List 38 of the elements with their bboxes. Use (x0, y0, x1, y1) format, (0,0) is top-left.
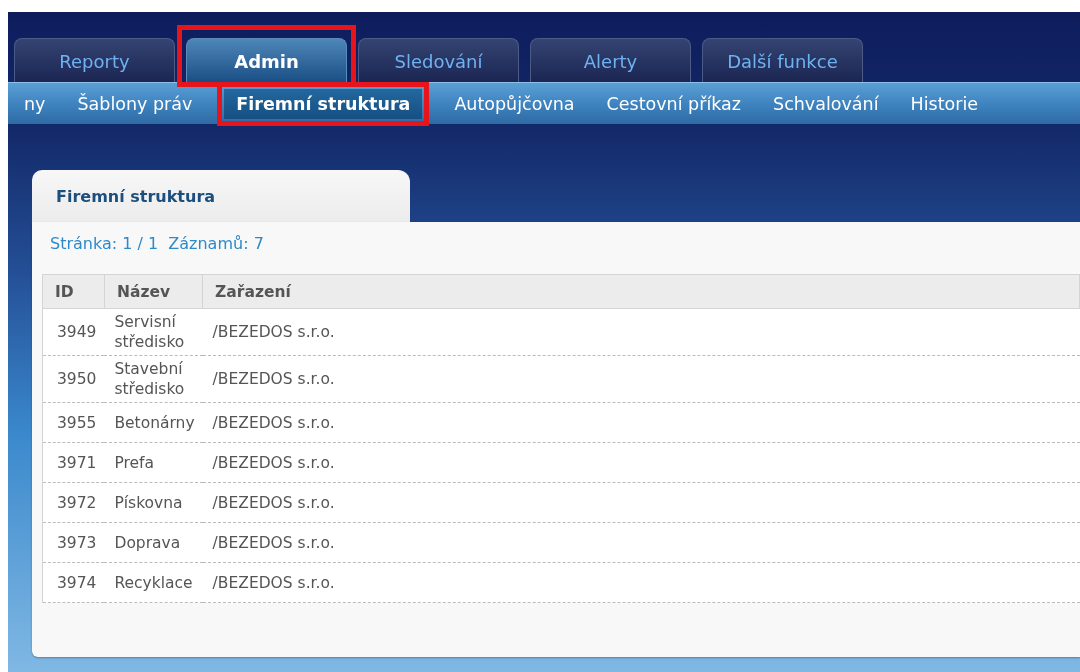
column-header[interactable]: Zařazení (202, 274, 1080, 309)
pager-text: Stránka: 1 / 1 Záznamů: 7 (49, 234, 265, 255)
table-cell: /BEZEDOS s.r.o. (202, 522, 1080, 563)
table-cell: Stavební středisko (104, 355, 203, 403)
table-cell: /BEZEDOS s.r.o. (202, 355, 1080, 403)
nav-tab[interactable]: Reporty (14, 38, 175, 82)
nav-tab[interactable]: Další funkce (702, 38, 863, 82)
table-cell: Recyklace (104, 562, 203, 603)
table-cell: 3950 (42, 355, 105, 403)
submenu-item[interactable]: Schvalování (757, 88, 895, 119)
submenu-item[interactable]: Autopůjčovna (438, 88, 591, 119)
nav-tab[interactable]: Admin (186, 38, 347, 82)
table-cell: Doprava (104, 522, 203, 563)
column-header[interactable]: Název (104, 274, 203, 309)
table-cell: /BEZEDOS s.r.o. (202, 308, 1080, 356)
table-cell: /BEZEDOS s.r.o. (202, 442, 1080, 483)
submenu-item[interactable]: Historie (894, 88, 995, 119)
table-cell: /BEZEDOS s.r.o. (202, 482, 1080, 523)
column-header[interactable]: ID (42, 274, 105, 309)
table-cell: 3972 (42, 482, 105, 523)
table-cell: 3971 (42, 442, 105, 483)
submenu-item[interactable]: Firemní struktura (224, 88, 423, 119)
panel-tab[interactable]: Firemní struktura (32, 170, 410, 222)
submenu-item[interactable]: Šablony práv (61, 88, 209, 119)
table-cell: /BEZEDOS s.r.o. (202, 402, 1080, 443)
table-cell: Betonárny (104, 402, 203, 443)
table-cell: Pískovna (104, 482, 203, 523)
table-cell: /BEZEDOS s.r.o. (202, 562, 1080, 603)
nav-tab[interactable]: Alerty (530, 38, 691, 82)
table-cell: 3955 (42, 402, 105, 443)
table-cell: Servisní středisko (104, 308, 203, 356)
submenu-item[interactable]: Cestovní příkaz (590, 88, 758, 119)
submenu-item[interactable]: ny (8, 88, 62, 119)
table-cell: 3973 (42, 522, 105, 563)
table-cell: 3949 (42, 308, 105, 356)
table-cell: 3974 (42, 562, 105, 603)
table-cell: Prefa (104, 442, 203, 483)
nav-tab[interactable]: Sledování (358, 38, 519, 82)
